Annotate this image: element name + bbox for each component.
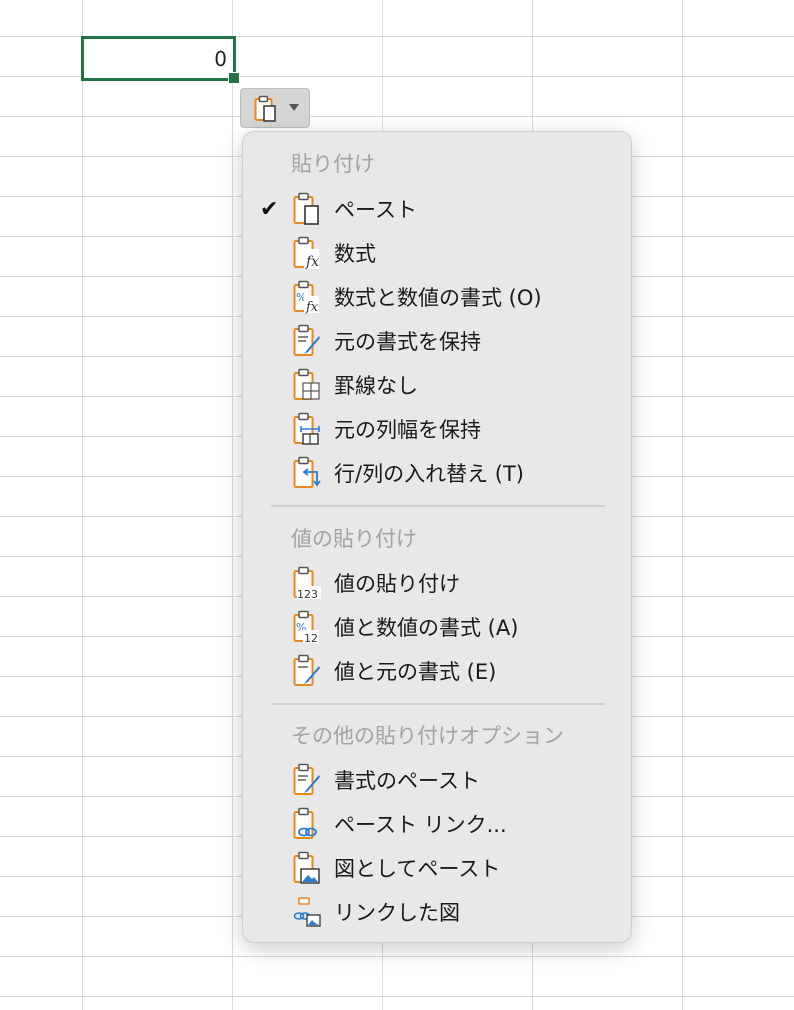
paste-values-source-formatting-icon xyxy=(293,654,320,686)
paste-options-menu: 貼り付け ✔ ペースト fx 数式 % fx 数式と数値の書式 (O) 元の書式… xyxy=(242,131,632,943)
chevron-down-icon xyxy=(289,104,299,111)
svg-text:fx: fx xyxy=(305,254,319,270)
paste-picture-icon xyxy=(293,851,320,884)
svg-text:12: 12 xyxy=(304,632,318,644)
menu-item-paste-formatting[interactable]: 書式のペースト xyxy=(243,760,631,802)
menu-separator xyxy=(271,505,605,507)
menu-item-label: 元の列幅を保持 xyxy=(334,418,481,442)
paste-formatting-icon xyxy=(293,763,320,795)
checkmark-icon: ✔ xyxy=(260,197,279,222)
menu-separator xyxy=(271,703,605,705)
menu-item-keep-source-formatting[interactable]: 元の書式を保持 xyxy=(243,321,631,363)
fill-handle[interactable] xyxy=(228,72,240,84)
menu-item-label: 書式のペースト xyxy=(334,769,480,793)
menu-item-label: 元の書式を保持 xyxy=(334,330,481,354)
menu-item-paste-link[interactable]: ペースト リンク... xyxy=(243,804,631,846)
menu-item-paste[interactable]: ✔ ペースト xyxy=(243,189,631,231)
paste-icon xyxy=(293,192,319,225)
menu-item-transpose[interactable]: 行/列の入れ替え (T) xyxy=(243,453,631,495)
menu-item-label: 行/列の入れ替え (T) xyxy=(334,462,524,486)
paste-keep-column-widths-icon xyxy=(293,412,320,445)
menu-item-label: 値の貼り付け xyxy=(334,572,460,596)
paste-values-number-format-icon: % 12 xyxy=(293,610,319,644)
clipboard-icon xyxy=(254,95,276,122)
menu-item-keep-column-widths[interactable]: 元の列幅を保持 xyxy=(243,409,631,451)
svg-text:123: 123 xyxy=(297,588,318,600)
paste-no-borders-icon xyxy=(293,368,320,400)
cell-value: 0 xyxy=(214,47,227,71)
paste-options-button[interactable] xyxy=(240,88,310,128)
active-cell[interactable]: 0 xyxy=(81,36,236,81)
paste-formulas-icon: fx xyxy=(293,236,319,270)
menu-item-label: 罫線なし xyxy=(334,374,418,398)
paste-transpose-icon xyxy=(293,456,321,488)
paste-keep-source-formatting-icon xyxy=(293,324,320,356)
menu-item-formulas-number-format[interactable]: % fx 数式と数値の書式 (O) xyxy=(243,277,631,319)
paste-values-icon: 123 xyxy=(293,566,321,600)
paste-link-icon xyxy=(293,807,317,839)
menu-item-linked-picture[interactable]: リンクした図 xyxy=(243,892,631,934)
menu-item-label: 数式と数値の書式 (O) xyxy=(334,286,542,310)
menu-item-formulas[interactable]: fx 数式 xyxy=(243,233,631,275)
menu-item-label: 図としてペースト xyxy=(334,857,501,881)
menu-item-label: ペースト リンク... xyxy=(334,813,507,837)
menu-item-paste-as-picture[interactable]: 図としてペースト xyxy=(243,848,631,890)
menu-item-paste-values[interactable]: 123 値の貼り付け xyxy=(243,563,631,605)
menu-item-label: 値と元の書式 (E) xyxy=(334,660,497,684)
menu-item-label: 数式 xyxy=(334,242,376,266)
menu-item-values-number-format[interactable]: % 12 値と数値の書式 (A) xyxy=(243,607,631,649)
menu-item-label: 値と数値の書式 (A) xyxy=(334,616,519,640)
menu-item-label: リンクした図 xyxy=(334,901,460,925)
svg-text:fx: fx xyxy=(305,300,319,314)
section-header-paste-values: 値の貼り付け xyxy=(291,527,417,551)
section-header-paste: 貼り付け xyxy=(291,152,375,176)
section-header-other-paste-options: その他の貼り付けオプション xyxy=(291,724,564,748)
paste-formulas-number-format-icon: % fx xyxy=(293,280,319,314)
menu-item-label: ペースト xyxy=(334,198,417,222)
menu-item-values-source-formatting[interactable]: 値と元の書式 (E) xyxy=(243,651,631,693)
menu-item-no-borders[interactable]: 罫線なし xyxy=(243,365,631,407)
linked-picture-icon xyxy=(293,897,321,927)
